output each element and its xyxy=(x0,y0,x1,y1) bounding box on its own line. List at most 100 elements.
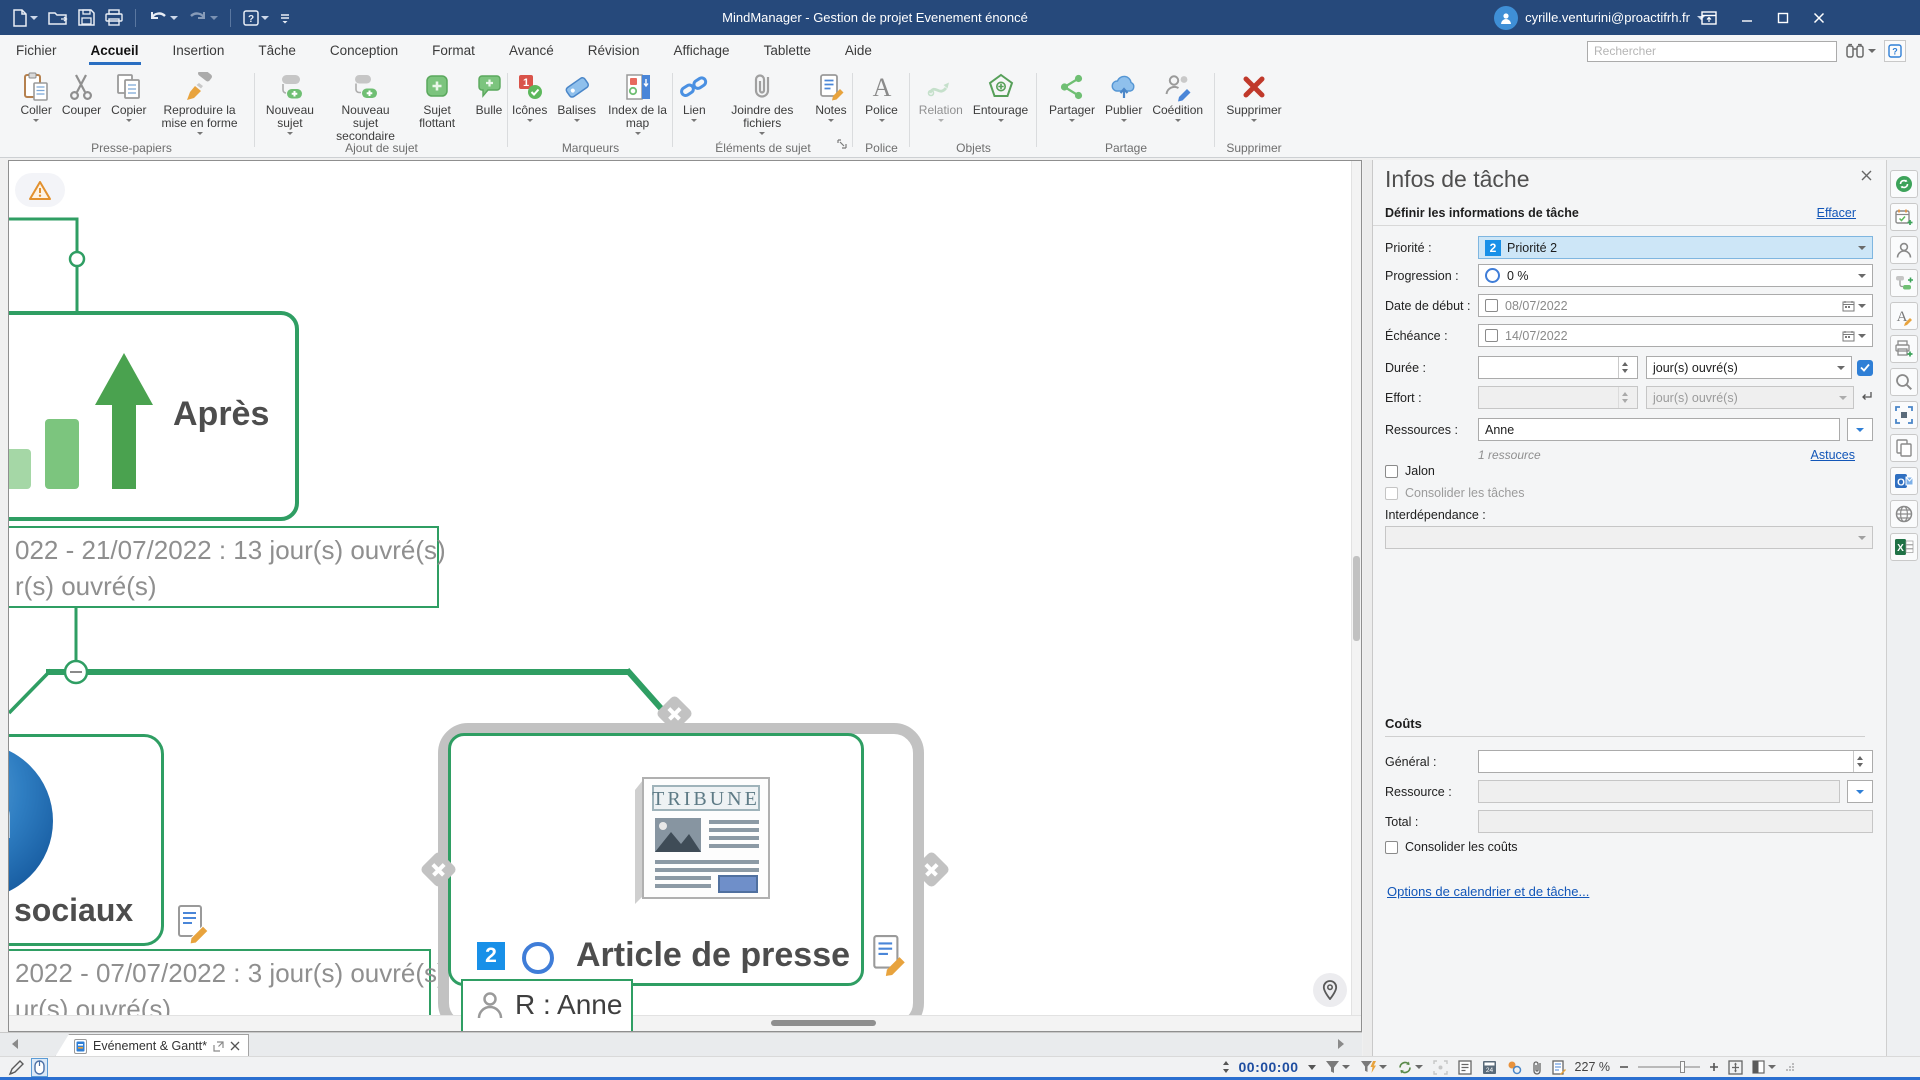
search-icon[interactable] xyxy=(1890,368,1918,396)
outlook-icon[interactable]: O xyxy=(1890,467,1918,495)
tab-conception[interactable]: Conception xyxy=(328,37,400,65)
zoom-slider[interactable] xyxy=(1638,1066,1700,1068)
dialog-launcher-icon[interactable] xyxy=(837,136,847,154)
panel-close-icon[interactable] xyxy=(1861,170,1872,184)
priority-select[interactable]: 2 Priorité 2 xyxy=(1478,236,1873,259)
tab-revision[interactable]: Révision xyxy=(586,37,642,65)
schedule-view-icon[interactable]: 24 xyxy=(1482,1060,1497,1075)
ribbon-button-nouveau-sujet-secondaire[interactable]: Nouveau sujet secondaire xyxy=(327,71,404,144)
date-checkbox[interactable] xyxy=(1485,329,1498,342)
milestone-row[interactable]: Jalon xyxy=(1385,464,1435,478)
ribbon-button-icones[interactable]: 1Icônes xyxy=(508,71,551,123)
clear-link[interactable]: Effacer xyxy=(1817,206,1856,220)
ribbon-button-publier[interactable]: Publier xyxy=(1101,71,1146,123)
ribbon-button-balises[interactable]: Balises xyxy=(553,71,600,123)
cost-general-input[interactable] xyxy=(1478,750,1873,773)
customize-toolbar-button[interactable] xyxy=(277,9,293,27)
popout-tab-icon[interactable] xyxy=(213,1041,224,1052)
duration-input[interactable] xyxy=(1478,356,1638,379)
calendar-add-icon[interactable] xyxy=(1890,203,1918,231)
new-document-button[interactable] xyxy=(10,7,40,29)
scroll-tabs-right-icon[interactable] xyxy=(1338,1039,1344,1049)
calendar-options-link[interactable]: Options de calendrier et de tâche... xyxy=(1387,884,1589,899)
ribbon-button-copier[interactable]: Copier xyxy=(107,71,150,123)
spinner-icon[interactable] xyxy=(1853,751,1866,772)
resources-input[interactable]: Anne xyxy=(1478,418,1840,441)
priority-2-icon[interactable]: 2 xyxy=(477,942,505,970)
panel-splitter[interactable] xyxy=(1363,160,1373,1056)
timer-menu-icon[interactable] xyxy=(1308,1065,1316,1070)
save-button[interactable] xyxy=(76,7,97,28)
font-style-icon[interactable]: A xyxy=(1890,302,1918,330)
milestone-checkbox[interactable] xyxy=(1385,465,1398,478)
ribbon-button-supprimer[interactable]: Supprimer xyxy=(1222,71,1285,123)
window-layout-icon[interactable] xyxy=(1701,11,1717,25)
ribbon-button-coller[interactable]: Coller xyxy=(16,71,55,123)
ribbon-button-couper[interactable]: Couper xyxy=(58,71,105,118)
apres-dates-callout[interactable]: 022 - 21/07/2022 : 13 jour(s) ouvré(s) r… xyxy=(8,526,439,608)
ribbon-button-sujet-flottant[interactable]: Sujet flottant xyxy=(406,71,468,131)
outline-view-icon[interactable] xyxy=(1458,1060,1472,1075)
contrast-icon[interactable] xyxy=(1752,1060,1776,1074)
account-menu[interactable]: cyrille.venturini@proactifrh.fr xyxy=(1494,0,1705,35)
ribbon-button-index-de-la-map[interactable]: Index de la map xyxy=(602,71,673,136)
topic-apres[interactable]: Après xyxy=(8,311,299,521)
tab-tache[interactable]: Tâche xyxy=(256,37,298,65)
mouse-mode-icon[interactable] xyxy=(31,1058,48,1077)
tab-affichage[interactable]: Affichage xyxy=(672,37,732,65)
zoom-out-icon[interactable] xyxy=(1619,1062,1629,1072)
ribbon-button-joindre-des-fichiers[interactable]: Joindre des fichiers xyxy=(715,71,809,136)
ribbon-button-coedition[interactable]: Coédition xyxy=(1148,71,1207,123)
vertical-scrollbar[interactable] xyxy=(1351,161,1361,1017)
find-button[interactable] xyxy=(1845,42,1876,60)
open-file-button[interactable] xyxy=(46,8,70,28)
redo-button[interactable] xyxy=(186,8,220,28)
date-checkbox[interactable] xyxy=(1485,299,1498,312)
snippets-icon[interactable] xyxy=(1890,434,1918,462)
fit-view-icon[interactable] xyxy=(1890,401,1918,429)
minimize-button[interactable] xyxy=(1741,12,1753,24)
dependency-select[interactable] xyxy=(1385,526,1873,549)
location-button[interactable] xyxy=(1313,973,1347,1007)
resource-callout[interactable]: R : Anne xyxy=(461,979,633,1032)
zoom-in-icon[interactable] xyxy=(1709,1062,1719,1072)
close-tab-icon[interactable] xyxy=(230,1041,240,1051)
progress-select[interactable]: 0 % xyxy=(1478,264,1873,287)
notes-indicator-icon[interactable] xyxy=(872,934,906,981)
undo-button[interactable] xyxy=(146,8,180,28)
horizontal-scrollbar-thumb[interactable] xyxy=(771,1020,876,1026)
fit-map-icon[interactable] xyxy=(1728,1060,1743,1075)
resources-dropdown-button[interactable] xyxy=(1847,418,1873,441)
resources-icon[interactable] xyxy=(1890,236,1918,264)
power-filter-icon[interactable] xyxy=(1360,1060,1387,1074)
map-canvas[interactable]: Après 022 - 21/07/2022 : 13 jour(s) ouvr… xyxy=(8,160,1362,1032)
topic-article-de-presse[interactable]: TRIBUNE 2 Article de presse xyxy=(448,733,864,986)
help-button[interactable]: ? xyxy=(241,8,271,28)
spinner-icon[interactable] xyxy=(1618,357,1631,378)
maximize-button[interactable] xyxy=(1777,12,1789,24)
document-tab[interactable]: Evénement & Gantt* xyxy=(55,1034,249,1057)
ribbon-button-nouveau-sujet[interactable]: Nouveau sujet xyxy=(255,71,325,136)
progress-0-icon[interactable] xyxy=(522,942,554,974)
ribbon-button-entourage[interactable]: Entourage xyxy=(969,71,1032,123)
notes-view-icon[interactable] xyxy=(1552,1060,1566,1075)
warning-badge[interactable] xyxy=(15,173,65,207)
ribbon-button-partager[interactable]: Partager xyxy=(1045,71,1099,123)
refresh-icon[interactable] xyxy=(1397,1060,1423,1075)
ribbon-button-police[interactable]: APolice xyxy=(861,71,902,123)
due-date-field[interactable]: 14/07/2022 xyxy=(1478,324,1873,347)
apply-button[interactable] xyxy=(1857,360,1873,376)
horizontal-scrollbar[interactable] xyxy=(9,1015,1362,1031)
ribbon-button-lien[interactable]: Lien xyxy=(675,71,713,123)
start-date-field[interactable]: 08/07/2022 xyxy=(1478,294,1873,317)
close-button[interactable] xyxy=(1813,12,1825,24)
tab-accueil[interactable]: Accueil xyxy=(89,37,141,65)
tab-aide[interactable]: Aide xyxy=(843,37,874,65)
pen-mode-icon[interactable] xyxy=(8,1060,25,1076)
calendar-picker-icon[interactable] xyxy=(1842,330,1866,342)
web-export-icon[interactable] xyxy=(1890,500,1918,528)
ribbon-button-notes[interactable]: Notes xyxy=(811,71,850,123)
map-parts-icon[interactable] xyxy=(1890,269,1918,297)
cost-resource-dropdown-button[interactable] xyxy=(1847,780,1873,803)
timer-spinner-icon[interactable] xyxy=(1222,1060,1230,1074)
